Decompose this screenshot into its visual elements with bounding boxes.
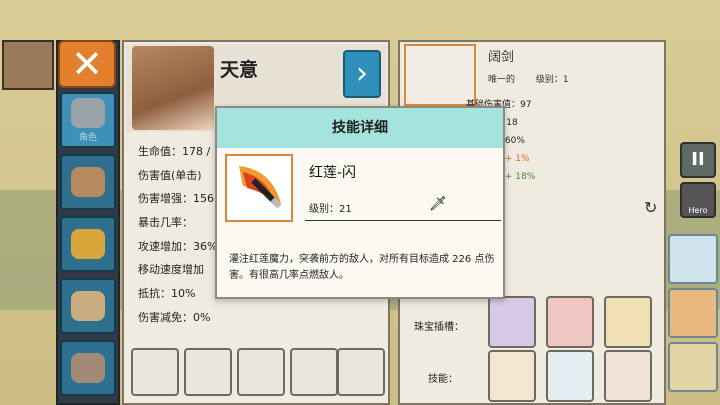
flame-sword-icon xyxy=(225,154,293,222)
skill-slot-3[interactable] xyxy=(604,350,652,402)
gem-slot-purple[interactable] xyxy=(488,296,536,348)
tab-party[interactable] xyxy=(60,340,116,396)
party-icon xyxy=(71,353,105,383)
weapon-quality: 唯一的 xyxy=(488,75,516,85)
equip-slot-sword[interactable] xyxy=(131,348,179,396)
equip-slot-ring[interactable] xyxy=(237,348,285,396)
close-button[interactable]: ✕ xyxy=(58,40,116,88)
tab-map[interactable] xyxy=(60,278,116,334)
skill-name: 红莲-闪 xyxy=(309,165,357,181)
next-character-button[interactable]: › xyxy=(343,50,381,98)
skill-level: 级别：21 xyxy=(309,204,352,215)
chicken-icon xyxy=(71,167,105,197)
gem-slot-yellow[interactable] xyxy=(604,296,652,348)
weapon-meta: 唯一的 级别：1 xyxy=(488,72,587,85)
helmet-icon xyxy=(71,97,105,128)
skill-description: 灌注红莲魔力，突袭前方的敌人，对所有目标造成 226 点伤害。有很高几率点燃敌人… xyxy=(229,254,495,281)
equip-slot-armor[interactable] xyxy=(184,348,232,396)
stat-damage-reduction: 伤害减免：0% xyxy=(138,310,211,324)
gem-slot-red[interactable] xyxy=(546,296,594,348)
tab-achievements[interactable] xyxy=(60,216,116,272)
hero-portrait-hud[interactable] xyxy=(2,40,54,90)
socket-label: 珠宝插槽： xyxy=(414,322,464,333)
trophy-icon xyxy=(71,229,105,259)
skill-detail-modal: 技能详细 红莲-闪 级别：21 🗡 灌注红莲魔力，突袭前方的敌人，对所有目标造成… xyxy=(215,106,505,299)
sword-wing-icon: 🗡 xyxy=(429,196,447,212)
equip-slot-bracelet[interactable] xyxy=(290,348,338,396)
weapon-name: 阔剑 xyxy=(488,50,515,65)
tab-pet[interactable] xyxy=(60,154,116,210)
skill-slot-2[interactable] xyxy=(546,350,594,402)
character-portrait xyxy=(132,46,214,130)
character-name: 天意 xyxy=(220,59,259,81)
hero-button[interactable]: Hero xyxy=(680,182,716,218)
map-icon xyxy=(71,291,105,321)
refresh-icon[interactable]: ↻ xyxy=(644,198,657,217)
divider xyxy=(305,220,501,221)
tab-character[interactable]: 角色 xyxy=(60,92,116,148)
side-skill-fire[interactable] xyxy=(668,288,718,338)
side-skill-slash[interactable] xyxy=(668,342,718,392)
weapon-level: 级别：1 xyxy=(535,75,569,85)
pause-button[interactable]: II xyxy=(680,142,716,178)
skill-slot-1[interactable] xyxy=(488,350,536,402)
modal-title: 技能详细 xyxy=(217,108,503,148)
side-skill-sword[interactable] xyxy=(668,234,718,284)
equip-slot-necklace[interactable] xyxy=(337,348,385,396)
tab-label: 角色 xyxy=(78,132,97,143)
skill-label: 技能： xyxy=(428,374,458,385)
